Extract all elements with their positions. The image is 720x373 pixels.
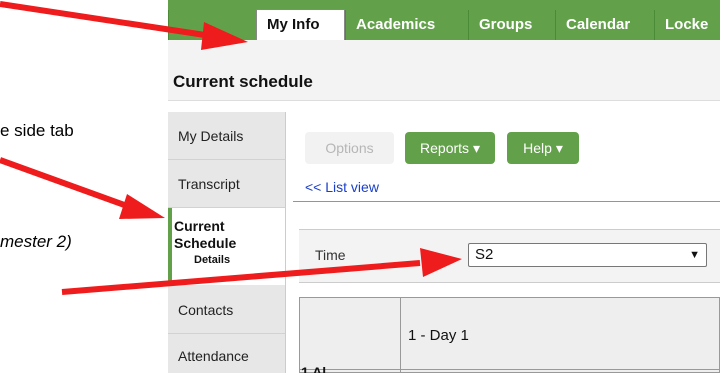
sidebar-item-attendance[interactable]: Attendance [168, 348, 285, 373]
main-divider [285, 112, 286, 373]
reports-button[interactable]: Reports ▾ [405, 132, 495, 164]
schedule-grid-header-day1: 1 - Day 1 [408, 327, 469, 344]
schedule-grid-divider [400, 297, 401, 373]
schedule-grid-row-label: 1 Al [301, 364, 327, 373]
doc-text-semester: mester 2) [0, 232, 72, 251]
sidebar-item-transcript[interactable]: Transcript [168, 176, 285, 208]
tab-left-partial[interactable] [168, 10, 256, 40]
options-button[interactable]: Options [305, 132, 394, 164]
schedule-grid-row-divider [299, 369, 720, 370]
separator [293, 201, 720, 202]
time-label: Time [315, 247, 346, 263]
arrow-to-current-schedule-icon [0, 157, 165, 219]
tab-calendar[interactable]: Calendar [555, 10, 654, 40]
sidebar-item-current-schedule[interactable]: Current Schedule Details [168, 208, 285, 285]
help-button[interactable]: Help ▾ [507, 132, 579, 164]
tab-academics[interactable]: Academics [345, 10, 451, 40]
top-navigation: My Info Academics Groups Calendar Locke [168, 0, 720, 40]
list-view-link[interactable]: << List view [305, 179, 379, 195]
tab-groups[interactable]: Groups [468, 10, 546, 40]
sidebar-item-contacts[interactable]: Contacts [168, 302, 285, 334]
doc-text-side-tab: e side tab [0, 121, 74, 140]
page-title: Current schedule [173, 72, 313, 91]
time-select-value: S2 [475, 246, 494, 263]
schedule-grid [299, 297, 720, 373]
page-header: Current schedule [168, 40, 720, 101]
app-screenshot: My Info Academics Groups Calendar Locke … [168, 0, 720, 373]
sidebar-active-sublabel[interactable]: Details [194, 254, 230, 266]
sidebar-active-label-line2: Schedule [174, 235, 237, 251]
tab-locker[interactable]: Locke [654, 10, 720, 40]
chevron-down-icon: ▼ [689, 249, 700, 261]
sidebar-active-label-line1: Current [174, 218, 225, 234]
time-select[interactable]: S2 ▼ [468, 243, 707, 267]
sidebar-item-my-details[interactable]: My Details [168, 128, 285, 160]
tab-my-info[interactable]: My Info [256, 9, 345, 40]
